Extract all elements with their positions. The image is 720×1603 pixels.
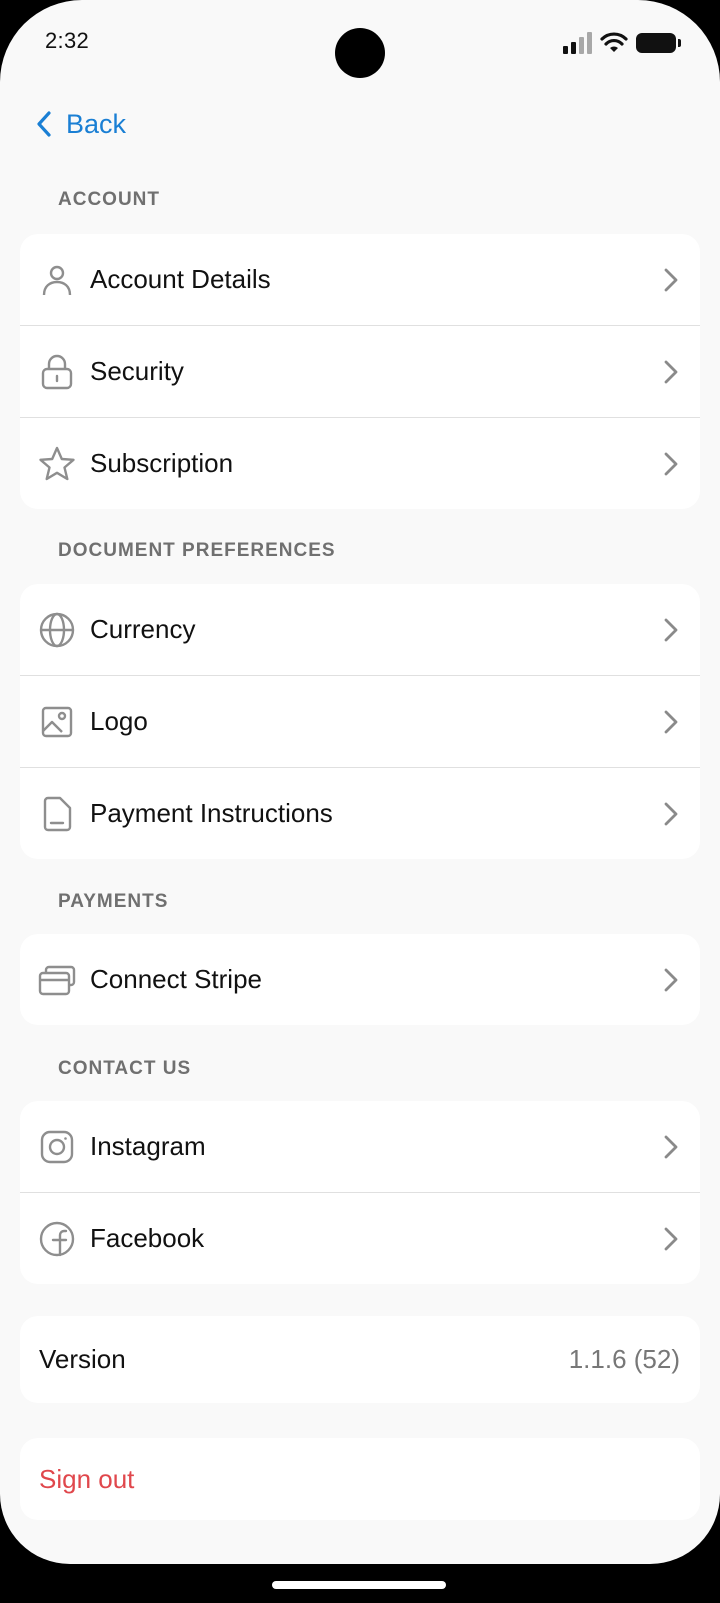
back-label: Back bbox=[66, 108, 127, 139]
row-account-details[interactable]: Account Details bbox=[20, 234, 700, 325]
row-facebook[interactable]: Facebook bbox=[20, 1192, 700, 1284]
image-icon bbox=[38, 703, 76, 741]
account-card: Account Details Security Subscription bbox=[20, 234, 700, 509]
sign-out-button[interactable]: Sign out bbox=[20, 1438, 700, 1520]
row-label: Instagram bbox=[90, 1131, 206, 1161]
cards-icon bbox=[38, 961, 76, 999]
home-indicator[interactable] bbox=[272, 1581, 446, 1589]
section-title-account: ACCOUNT bbox=[58, 189, 160, 210]
globe-icon bbox=[38, 611, 76, 649]
contact-card: Instagram Facebook bbox=[20, 1101, 700, 1284]
payments-card: Connect Stripe bbox=[20, 934, 700, 1025]
back-button[interactable]: Back bbox=[36, 104, 126, 144]
settings-screen: 2:32 Back ACCOUNT Account Details Securi… bbox=[0, 0, 720, 1564]
chevron-right-icon bbox=[660, 450, 682, 478]
section-title-document-preferences: DOCUMENT PREFERENCES bbox=[58, 540, 336, 561]
chevron-right-icon bbox=[660, 616, 682, 644]
chevron-right-icon bbox=[660, 1225, 682, 1253]
facebook-icon bbox=[38, 1220, 76, 1258]
row-label: Security bbox=[90, 356, 184, 386]
row-subscription[interactable]: Subscription bbox=[20, 417, 700, 509]
row-label: Payment Instructions bbox=[90, 798, 333, 828]
chevron-right-icon bbox=[660, 708, 682, 736]
chevron-right-icon bbox=[660, 966, 682, 994]
chevron-right-icon bbox=[660, 800, 682, 828]
row-label: Facebook bbox=[90, 1223, 205, 1253]
row-instagram[interactable]: Instagram bbox=[20, 1101, 700, 1192]
status-icons bbox=[563, 28, 681, 58]
row-label: Connect Stripe bbox=[90, 964, 262, 994]
row-security[interactable]: Security bbox=[20, 325, 700, 417]
lock-icon bbox=[38, 353, 76, 391]
signal-icon bbox=[563, 32, 592, 54]
row-payment-instructions[interactable]: Payment Instructions bbox=[20, 767, 700, 859]
status-time: 2:32 bbox=[45, 28, 90, 53]
wifi-icon bbox=[600, 32, 628, 52]
row-label: Currency bbox=[90, 614, 196, 644]
chevron-left-icon bbox=[37, 111, 51, 137]
section-title-contact-us: CONTACT US bbox=[58, 1058, 192, 1079]
row-logo[interactable]: Logo bbox=[20, 675, 700, 767]
row-label: Logo bbox=[90, 706, 148, 736]
row-label: Subscription bbox=[90, 448, 234, 478]
chevron-right-icon bbox=[660, 1133, 682, 1161]
star-icon bbox=[38, 445, 76, 483]
document-icon bbox=[38, 795, 76, 833]
chevron-right-icon bbox=[660, 266, 682, 294]
row-label: Account Details bbox=[90, 264, 271, 294]
version-label: Version bbox=[39, 1344, 126, 1374]
instagram-icon bbox=[38, 1128, 76, 1166]
chevron-right-icon bbox=[660, 358, 682, 386]
sign-out-label: Sign out bbox=[39, 1463, 135, 1494]
document-preferences-card: Currency Logo Payment Instructions bbox=[20, 584, 700, 859]
row-connect-stripe[interactable]: Connect Stripe bbox=[20, 934, 700, 1025]
section-title-payments: PAYMENTS bbox=[58, 891, 169, 912]
version-value: 1.1.6 (52) bbox=[568, 1344, 680, 1374]
camera-cutout bbox=[335, 28, 385, 78]
version-card: Version 1.1.6 (52) bbox=[20, 1316, 700, 1403]
status-bar: 2:32 bbox=[0, 0, 720, 90]
row-currency[interactable]: Currency bbox=[20, 584, 700, 675]
battery-icon bbox=[636, 33, 681, 53]
person-icon bbox=[38, 261, 76, 299]
